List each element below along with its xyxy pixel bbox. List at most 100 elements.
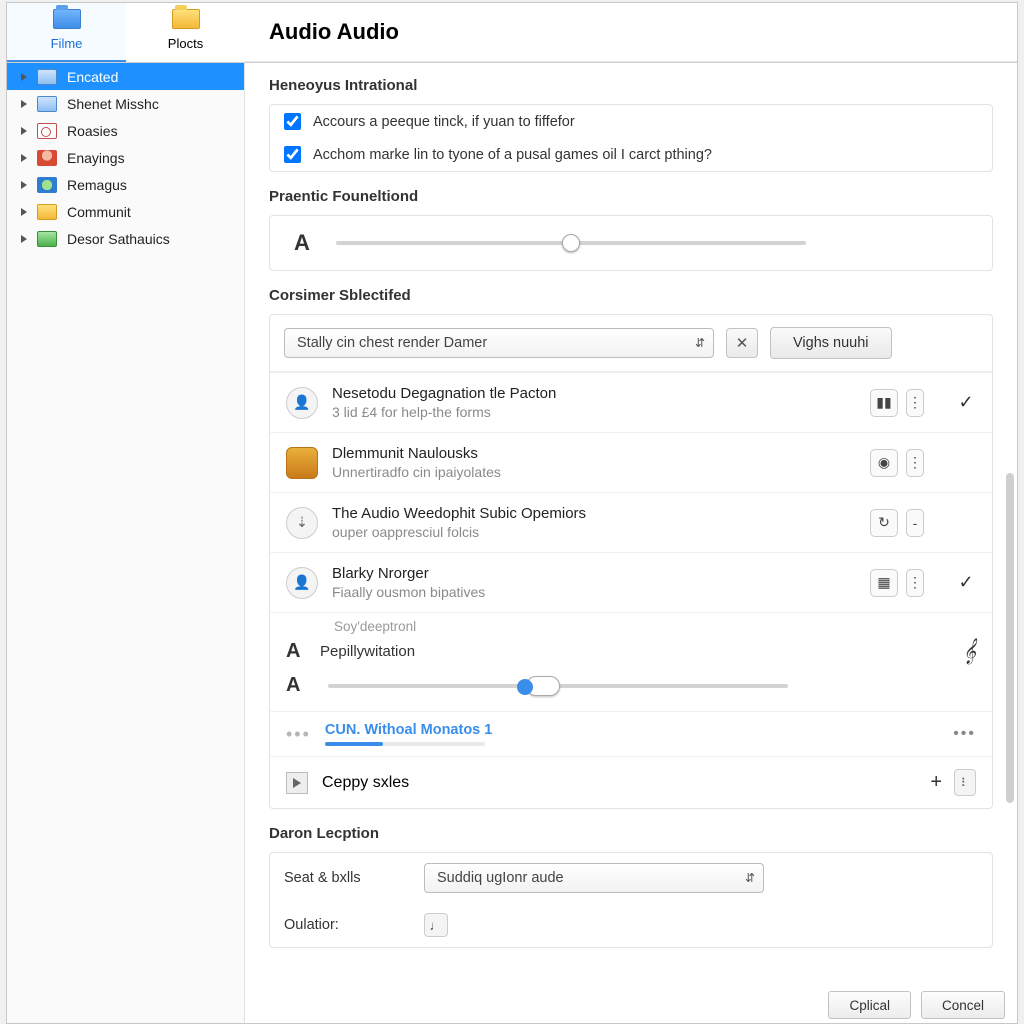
sidebar-item-label: Communit [67, 204, 131, 220]
play-label: Ceppy sxles [322, 774, 409, 792]
avatar-icon: 👤 [286, 567, 318, 599]
sidebar-item-communit[interactable]: Communit [7, 198, 244, 225]
bars-icon[interactable]: ▮▮ [870, 389, 898, 417]
sidebar-item-remagus[interactable]: Remagus [7, 171, 244, 198]
add-icon[interactable]: + [930, 771, 942, 794]
checkbox-row-2[interactable]: Acchom marke lin to tyone of a pusal gam… [270, 138, 992, 171]
section-heading: Corsimer Sblectifed [269, 287, 993, 304]
calendar-icon[interactable]: ▦ [870, 569, 898, 597]
select-value: Suddiq ugIonr aude [437, 870, 564, 886]
chevron-right-icon [21, 100, 27, 108]
page-title: Audio Audio [245, 3, 1017, 62]
list-actions: ◉ ⋮ [870, 449, 976, 477]
cancel-button[interactable]: Concel [921, 991, 1005, 1019]
list-text: The Audio Weedophit Subic Opemiors ouper… [332, 505, 870, 540]
chevron-updown-icon: ⇵ [745, 871, 755, 885]
sidebar-item-label: Roasies [67, 123, 118, 139]
globe-icon[interactable]: ◉ [870, 449, 898, 477]
sidebar: Encated Shenet Misshc Roasies Enayings R [7, 63, 245, 1023]
text-size-icon: A [286, 674, 320, 697]
globe-icon [37, 177, 57, 193]
stepper-icon[interactable]: ⋮ [906, 389, 924, 417]
seat-select[interactable]: Suddiq ugIonr aude ⇵ [424, 863, 764, 893]
content-pane[interactable]: Heneoyus Intrational Accours a peeque ti… [245, 63, 1017, 1023]
avatar-icon: 👤 [286, 387, 318, 419]
checkbox-acchom[interactable] [284, 146, 301, 163]
list-item-subtitle: Unnertiradfo cin ipaiyolates [332, 464, 870, 480]
corsimer-panel: Stally cin chest render Damer ⇵ ✕ Vighs … [269, 314, 993, 809]
checkbox-row-1[interactable]: Accours a peeque tinck, if yuan to fiffe… [270, 105, 992, 138]
list-item-title: Dlemmunit Naulousks [332, 445, 870, 462]
list-item[interactable]: 👤 Blarky Nrorger Fiaally ousmon bipative… [270, 552, 992, 612]
arrow-up-icon[interactable]: ↻ [870, 509, 898, 537]
stepper-icon[interactable]: ⋮ [906, 569, 924, 597]
avatar-icon: ⇣ [286, 507, 318, 539]
toggle-label: Pepillywitation [320, 643, 415, 660]
toggle-slider[interactable] [328, 684, 788, 688]
checkbox-label: Accours a peeque tinck, if yuan to fiffe… [313, 114, 575, 130]
record-icon [37, 123, 57, 139]
list-item[interactable]: ⇣ The Audio Weedophit Subic Opemiors oup… [270, 492, 992, 552]
sidebar-item-roasies[interactable]: Roasies [7, 117, 244, 144]
sidebar-item-label: Remagus [67, 177, 127, 193]
checkbox-accours[interactable] [284, 113, 301, 130]
app-icon [286, 447, 318, 479]
ok-button[interactable]: Cplical [828, 991, 911, 1019]
section-daron: Daron Lecption Seat & bxlls Suddiq ugIon… [245, 811, 1017, 950]
tab-label: Filme [7, 36, 126, 51]
list-item-title: Nesetodu Degagnation tle Pacton [332, 385, 870, 402]
tab-filme[interactable]: Filme [7, 3, 126, 62]
list-text: Dlemmunit Naulousks Unnertiradfo cin ipa… [332, 445, 870, 480]
chevron-right-icon [21, 127, 27, 135]
section-corsimer: Corsimer Sblectifed Stally cin chest ren… [245, 273, 1017, 811]
dialog-footer: Cplical Concel [828, 991, 1005, 1019]
tab-plocts[interactable]: Plocts [126, 3, 245, 62]
sidebar-item-encated[interactable]: Encated [7, 63, 244, 90]
list-item[interactable]: 👤 Nesetodu Degagnation tle Pacton 3 lid … [270, 372, 992, 432]
document-icon [37, 69, 57, 85]
toggle-thumb[interactable] [526, 676, 560, 696]
sidebar-item-label: Shenet Misshc [67, 96, 159, 112]
list-item-subtitle: ouper oappresciul folcis [332, 524, 870, 540]
section-font: Praentic Founeltiond A [245, 174, 1017, 273]
sidebar-item-enayings[interactable]: Enayings [7, 144, 244, 171]
folder-icon [172, 9, 200, 29]
list-item[interactable]: Dlemmunit Naulousks Unnertiradfo cin ipa… [270, 432, 992, 492]
chevron-right-icon [21, 154, 27, 162]
minus-icon[interactable]: - [906, 509, 924, 537]
chevron-updown-icon: ⇵ [695, 336, 705, 350]
play-icon[interactable] [286, 772, 308, 794]
section-intro: Heneoyus Intrational Accours a peeque ti… [245, 63, 1017, 174]
stepper-icon[interactable]: ⋮ [906, 449, 924, 477]
play-row[interactable]: Ceppy sxles + ⠇ [270, 756, 992, 808]
sidebar-item-shenet[interactable]: Shenet Misshc [7, 90, 244, 117]
font-size-icon: A [294, 230, 328, 256]
close-icon: ✕ [736, 334, 749, 352]
loading-row: ••• CUN. Withoal Monatos 1 ••• [270, 711, 992, 756]
top-bar: Filme Plocts Audio Audio [7, 3, 1017, 63]
more-icon[interactable]: ••• [953, 725, 976, 743]
scrollbar-track[interactable] [1006, 133, 1016, 963]
loading-dots-icon: ••• [286, 724, 311, 745]
font-size-row: A [269, 215, 993, 271]
folder-icon [53, 9, 81, 29]
sidebar-item-desor[interactable]: Desor Sathauics [7, 225, 244, 252]
note-chip[interactable]: ♩ [424, 913, 448, 937]
section-heading: Praentic Founeltiond [269, 188, 993, 205]
clear-button[interactable]: ✕ [726, 328, 758, 358]
music-note-icon: 𝄞 [963, 638, 976, 664]
list-text: Nesetodu Degagnation tle Pacton 3 lid £4… [332, 385, 870, 420]
slider-thumb[interactable] [562, 234, 580, 252]
combo-row: Stally cin chest render Damer ⇵ ✕ Vighs … [270, 315, 992, 372]
field-label: Oulatior: [284, 917, 424, 933]
font-size-slider[interactable] [336, 241, 806, 245]
list-item-subtitle: 3 lid £4 for help-the forms [332, 404, 870, 420]
header-tabs: Filme Plocts [7, 3, 245, 62]
scrollbar-thumb[interactable] [1006, 473, 1014, 803]
settings-window: Filme Plocts Audio Audio Encated Shenet … [6, 2, 1018, 1024]
vighs-button[interactable]: Vighs nuuhi [770, 327, 892, 359]
options-chip[interactable]: ⠇ [954, 769, 976, 796]
render-select[interactable]: Stally cin chest render Damer ⇵ [284, 328, 714, 358]
text-size-icon: A [286, 640, 320, 663]
list-actions: ↻ - [870, 509, 976, 537]
